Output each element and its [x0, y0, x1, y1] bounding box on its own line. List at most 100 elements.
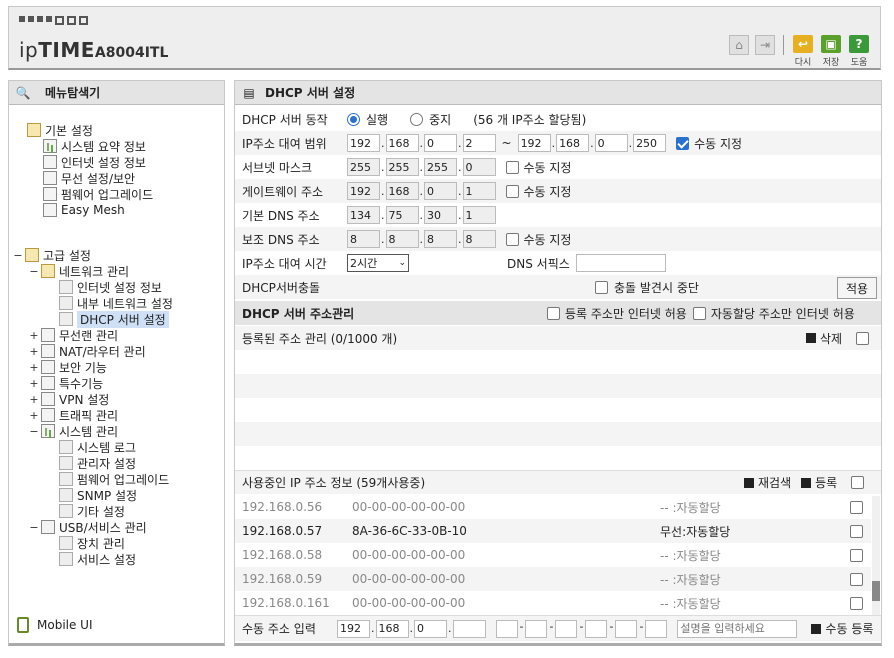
subnet-3[interactable]: [424, 158, 457, 176]
tree-item-service[interactable]: 서비스 설정: [59, 551, 136, 567]
tree-item-easy-mesh[interactable]: Easy Mesh: [43, 202, 125, 218]
dns-suffix-input[interactable]: [575, 254, 666, 272]
tree-item-internet-info[interactable]: 인터넷 설정 정보: [43, 154, 146, 170]
expand-icon[interactable]: +: [29, 361, 39, 374]
delete-icon[interactable]: [806, 333, 816, 343]
tree-nat-router[interactable]: + NAT/라우터 관리: [29, 343, 146, 359]
home-icon[interactable]: ⌂: [729, 35, 749, 55]
subnet-manual-checkbox[interactable]: [505, 160, 519, 174]
tree-item-admin[interactable]: 관리자 설정: [59, 455, 136, 471]
expand-icon[interactable]: +: [29, 329, 39, 342]
manual-mac-1[interactable]: [495, 619, 518, 638]
range-start-2[interactable]: [385, 134, 419, 152]
tree-item-system-log[interactable]: 시스템 로그: [59, 439, 136, 455]
mobile-ui-link[interactable]: Mobile UI: [17, 617, 93, 633]
range-start-3[interactable]: [424, 134, 457, 152]
collapse-icon[interactable]: −: [29, 425, 39, 438]
manual-description-input[interactable]: [677, 619, 798, 638]
tree-advanced-settings[interactable]: − 고급 설정: [13, 247, 91, 263]
ip-row-checkbox[interactable]: [850, 524, 863, 538]
range-start-1[interactable]: [347, 134, 380, 152]
auto-only-checkbox[interactable]: [692, 306, 706, 320]
tree-item-wireless[interactable]: 무선 설정/보안: [43, 170, 135, 186]
dns2-manual-checkbox[interactable]: [505, 232, 519, 246]
manual-mac-5[interactable]: [615, 619, 638, 638]
dns2-1[interactable]: [347, 230, 380, 248]
range-end-2[interactable]: [556, 134, 590, 152]
tree-special[interactable]: + 특수기능: [29, 375, 103, 391]
tree-security[interactable]: + 보안 기능: [29, 359, 107, 375]
range-start-4[interactable]: [462, 134, 496, 152]
ip-list-scroll-thumb[interactable]: [872, 581, 880, 601]
delete-button[interactable]: 삭제: [820, 330, 842, 347]
help-button[interactable]: ? 도움: [848, 35, 870, 68]
manual-ip-4[interactable]: [452, 619, 486, 638]
tree-item-snmp[interactable]: SNMP 설정: [59, 487, 137, 503]
apply-button[interactable]: 적용: [837, 277, 878, 299]
undo-button[interactable]: ↩ 다시: [792, 35, 814, 68]
expand-icon[interactable]: +: [29, 393, 39, 406]
tree-item-internet-settings[interactable]: 인터넷 설정 정보: [59, 279, 162, 295]
dns1-4[interactable]: [462, 206, 496, 224]
manual-ip-2[interactable]: [375, 619, 409, 638]
gateway-1[interactable]: [347, 182, 380, 200]
tree-item-system-summary[interactable]: 시스템 요약 정보: [43, 138, 146, 154]
tree-vpn[interactable]: + VPN 설정: [29, 391, 109, 407]
dns1-1[interactable]: [347, 206, 380, 224]
logout-icon[interactable]: ⇥: [755, 35, 775, 55]
gateway-manual-checkbox[interactable]: [505, 184, 519, 198]
gateway-2[interactable]: [385, 182, 419, 200]
dns1-3[interactable]: [424, 206, 457, 224]
ip-row-checkbox[interactable]: [850, 500, 863, 514]
ip-row-checkbox[interactable]: [850, 596, 863, 610]
conflict-stop-checkbox[interactable]: [595, 280, 608, 294]
registered-select-all-checkbox[interactable]: [856, 331, 870, 345]
in-use-select-all-checkbox[interactable]: [851, 476, 865, 489]
range-end-3[interactable]: [594, 134, 628, 152]
rescan-button[interactable]: 재검색: [758, 474, 791, 491]
save-button[interactable]: ▣ 저장: [820, 35, 842, 68]
range-end-4[interactable]: [633, 134, 667, 152]
tree-basic-settings[interactable]: 기본 설정: [27, 122, 93, 138]
tree-item-firmware[interactable]: 펌웨어 업그레이드: [43, 186, 153, 202]
ip-row-checkbox[interactable]: [850, 548, 863, 562]
expand-icon[interactable]: +: [29, 409, 39, 422]
tree-item-lan-settings[interactable]: 내부 네트워크 설정: [59, 295, 173, 311]
subnet-1[interactable]: [347, 158, 380, 176]
collapse-icon[interactable]: −: [29, 265, 39, 278]
tree-usb[interactable]: − USB/서비스 관리: [29, 519, 147, 535]
expand-icon[interactable]: +: [29, 345, 39, 358]
tree-traffic[interactable]: + 트래픽 관리: [29, 407, 118, 423]
tree-item-device[interactable]: 장치 관리: [59, 535, 125, 551]
tree-item-dhcp-settings[interactable]: DHCP 서버 설정: [59, 310, 169, 328]
gateway-4[interactable]: [462, 182, 496, 200]
manual-mac-2[interactable]: [525, 619, 548, 638]
manual-mac-3[interactable]: [555, 619, 578, 638]
registered-only-checkbox[interactable]: [547, 306, 560, 320]
tree-item-firmware-upgrade[interactable]: 펌웨어 업그레이드: [59, 471, 169, 487]
collapse-icon[interactable]: −: [13, 249, 23, 262]
manual-ip-1[interactable]: [337, 619, 370, 638]
dns2-4[interactable]: [462, 230, 496, 248]
gateway-3[interactable]: [424, 182, 457, 200]
range-manual-checkbox[interactable]: [676, 136, 690, 150]
range-end-1[interactable]: [517, 134, 551, 152]
radio-run[interactable]: [347, 112, 360, 126]
lease-time-select[interactable]: 2시간 ⌄: [347, 254, 409, 272]
manual-ip-3[interactable]: [414, 619, 447, 638]
manual-register-button[interactable]: 수동 등록: [825, 620, 873, 637]
ip-row-checkbox[interactable]: [850, 572, 863, 586]
dns2-3[interactable]: [424, 230, 457, 248]
collapse-icon[interactable]: −: [29, 521, 39, 534]
radio-stop[interactable]: [410, 112, 424, 126]
expand-icon[interactable]: +: [29, 377, 39, 390]
ip-list-scrollbar[interactable]: [872, 496, 880, 624]
tree-network[interactable]: − 네트워크 관리: [29, 263, 129, 279]
tree-item-other[interactable]: 기타 설정: [59, 503, 125, 519]
tree-wireless-mgmt[interactable]: + 무선랜 관리: [29, 327, 118, 343]
dns2-2[interactable]: [385, 230, 419, 248]
subnet-2[interactable]: [385, 158, 419, 176]
dns1-2[interactable]: [385, 206, 419, 224]
subnet-4[interactable]: [462, 158, 496, 176]
tree-system[interactable]: − 시스템 관리: [29, 423, 118, 439]
